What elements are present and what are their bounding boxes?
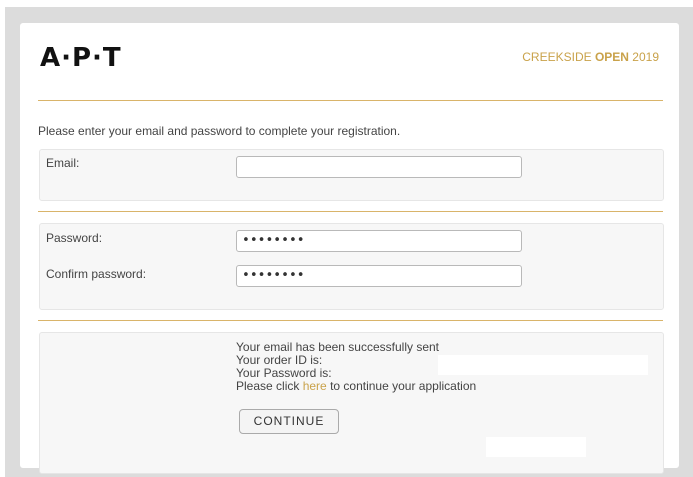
password-divider	[38, 320, 663, 321]
intro-text: Please enter your email and password to …	[38, 124, 401, 138]
continue-button[interactable]: CONTINUE	[239, 409, 339, 434]
confirm-password-field[interactable]: ••••••••	[236, 265, 522, 287]
event-title-prefix: CREEKSIDE	[522, 50, 595, 64]
confirm-password-label: Confirm password:	[46, 267, 147, 281]
page-background: A·P·T CREEKSIDE OPEN 2019 Please enter y…	[5, 7, 693, 477]
email-divider	[38, 211, 663, 212]
order-id-value	[438, 355, 648, 375]
event-title-suffix: 2019	[628, 50, 659, 64]
password-field[interactable]: ••••••••	[236, 230, 522, 252]
registration-card: A·P·T CREEKSIDE OPEN 2019 Please enter y…	[20, 23, 679, 474]
continue-instructions: Please click here to continue your appli…	[236, 380, 476, 393]
email-label: Email:	[46, 156, 80, 170]
password-panel: Password: •••••••• Confirm password: •••…	[39, 223, 664, 310]
result-panel: Your email has been successfully sent Yo…	[39, 332, 664, 474]
continue-instructions-suffix: to continue your application	[326, 379, 477, 393]
here-link[interactable]: here	[303, 379, 327, 393]
apt-logo: A·P·T	[40, 43, 122, 73]
hidden-value-box	[486, 437, 586, 457]
email-panel: Email:	[39, 149, 664, 201]
password-label: Password:	[46, 231, 103, 245]
event-title: CREEKSIDE OPEN 2019	[522, 50, 659, 64]
continue-instructions-prefix: Please click	[236, 379, 303, 393]
event-title-bold: OPEN	[594, 50, 629, 64]
header-divider	[38, 100, 663, 101]
email-field[interactable]	[236, 156, 522, 178]
